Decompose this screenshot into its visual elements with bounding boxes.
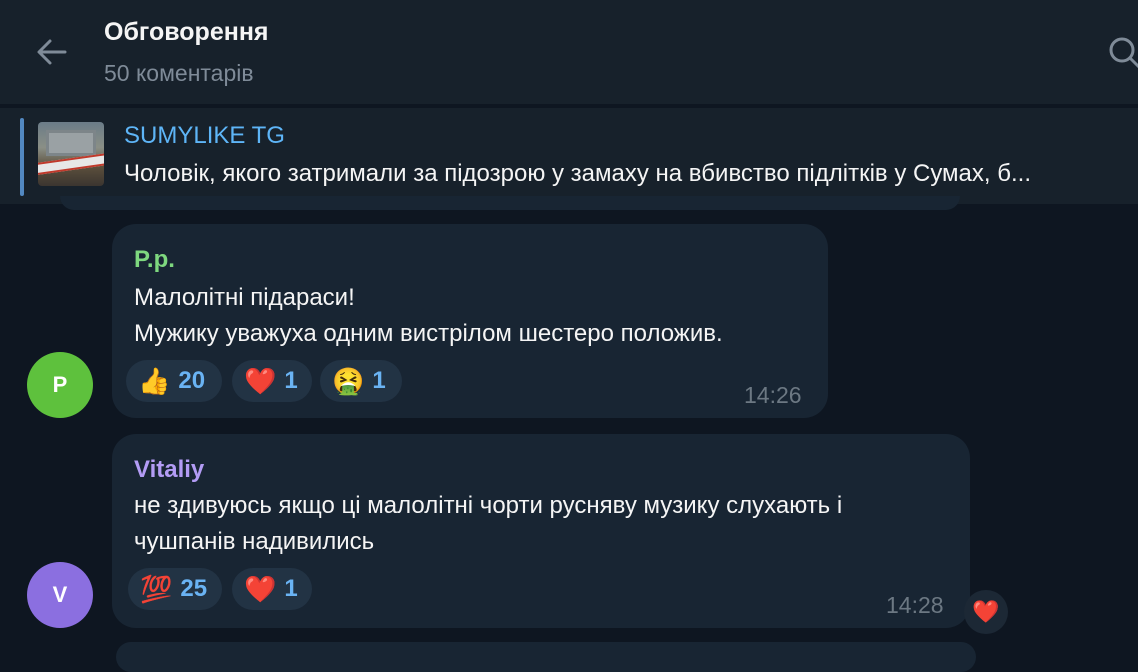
comment-bubble[interactable]: P.p. Малолітні підараси! Мужику уважуха … — [112, 224, 828, 418]
heart-icon: ❤️ — [244, 366, 277, 396]
reaction-count: 1 — [284, 367, 298, 394]
back-button[interactable] — [30, 30, 74, 74]
comment-author[interactable]: Vitaliy — [134, 456, 204, 484]
comments-count: 50 коментарів — [104, 60, 254, 86]
reaction-count: 1 — [372, 367, 386, 394]
avatar-letter: V — [52, 582, 68, 607]
reaction-thumbs-up[interactable]: 👍 20 — [126, 360, 222, 402]
pinned-accent-bar — [20, 118, 24, 196]
comment-text-line: не здивуюсь якщо ці малолітні чорти русн… — [134, 492, 843, 519]
avatar[interactable]: P — [27, 352, 93, 418]
vomiting-face-icon: 🤮 — [332, 366, 365, 396]
search-icon — [1109, 37, 1138, 69]
comment-text-line: Малолітні підараси! — [134, 284, 355, 311]
heart-icon: ❤️ — [972, 599, 1000, 624]
reaction-count: 20 — [178, 367, 206, 394]
search-button[interactable] — [1100, 30, 1138, 74]
thumbs-up-icon: 👍 — [138, 366, 171, 396]
avatar-letter: P — [52, 372, 68, 397]
next-message-edge — [116, 642, 976, 672]
top-bar: Обговорення 50 коментарів — [0, 0, 1138, 104]
reaction-vomiting-face[interactable]: 🤮 1 — [320, 360, 402, 402]
pinned-channel-name: SUMYLIKE TG — [124, 122, 285, 149]
hundred-points-icon: 💯 — [140, 574, 173, 604]
reaction-count: 1 — [284, 575, 298, 602]
reaction-hundred-points[interactable]: 💯 25 — [128, 568, 222, 610]
pinned-message[interactable]: SUMYLIKE TG Чоловік, якого затримали за … — [0, 108, 1138, 204]
comment-author[interactable]: P.p. — [134, 246, 175, 274]
message-time: 14:26 — [744, 382, 802, 408]
comment-text-line: Мужику уважуха одним вистрілом шестеро п… — [134, 320, 723, 347]
quick-reaction-button[interactable]: ❤️ — [964, 590, 1008, 634]
pinned-text: Чоловік, якого затримали за підозрою у з… — [124, 160, 1031, 187]
reaction-count: 25 — [180, 575, 208, 602]
previous-message-edge — [60, 196, 960, 210]
comment-text-line: чушпанів надивились — [134, 528, 375, 555]
reaction-heart[interactable]: ❤️ 1 — [232, 568, 312, 610]
heart-icon: ❤️ — [244, 574, 277, 604]
avatar[interactable]: V — [27, 562, 93, 628]
pinned-thumbnail — [38, 122, 104, 186]
message-time: 14:28 — [886, 592, 944, 618]
back-arrow-icon — [37, 39, 67, 65]
page-title: Обговорення — [104, 18, 269, 46]
reaction-heart[interactable]: ❤️ 1 — [232, 360, 312, 402]
comment-bubble[interactable]: Vitaliy не здивуюсь якщо ці малолітні чо… — [112, 434, 970, 628]
